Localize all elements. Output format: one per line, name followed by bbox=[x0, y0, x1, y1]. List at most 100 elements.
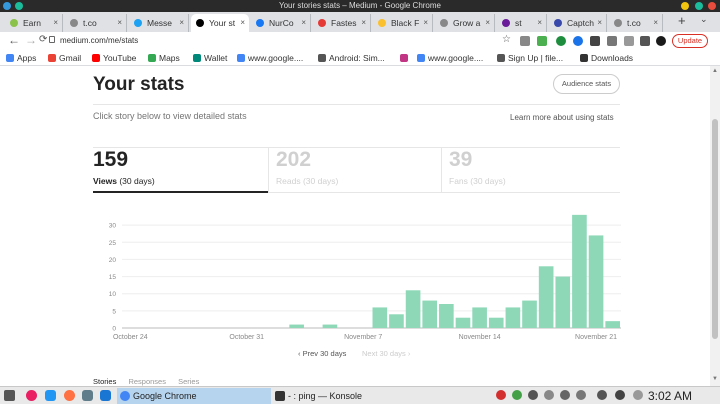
bookmark-item[interactable]: Wallet bbox=[193, 52, 227, 64]
pencil-favicon bbox=[502, 19, 510, 27]
tray-expand-icon[interactable] bbox=[633, 390, 643, 400]
chart-bar[interactable] bbox=[389, 314, 404, 328]
close-tab-icon[interactable]: × bbox=[301, 14, 306, 32]
task-konsole[interactable]: - : ping — Konsole bbox=[272, 388, 392, 404]
bookmark-star-icon[interactable]: ☆ bbox=[502, 34, 511, 45]
reload-button[interactable]: ⟳ bbox=[39, 34, 47, 45]
tray-icon[interactable] bbox=[544, 390, 554, 400]
chart-bar[interactable] bbox=[555, 276, 571, 328]
forward-button[interactable]: → bbox=[25, 33, 37, 47]
bookmark-item[interactable]: YouTube bbox=[92, 52, 136, 64]
chart-bar[interactable] bbox=[522, 300, 537, 328]
firefox-icon[interactable] bbox=[64, 390, 75, 401]
task-google-chrome[interactable]: Google Chrome bbox=[117, 388, 271, 404]
back-button[interactable]: ← bbox=[8, 33, 20, 47]
close-tab-icon[interactable]: × bbox=[423, 14, 428, 32]
extension-icon[interactable] bbox=[520, 36, 530, 46]
close-tab-icon[interactable]: × bbox=[597, 14, 602, 32]
chart-bar[interactable] bbox=[405, 290, 421, 328]
bookmark-item[interactable]: Maps bbox=[148, 52, 180, 64]
volume-icon[interactable] bbox=[597, 390, 607, 400]
chart-bar[interactable] bbox=[538, 266, 554, 328]
window-pin-icon[interactable] bbox=[15, 2, 23, 10]
tab-responses[interactable]: Responses bbox=[128, 377, 166, 386]
scroll-down-icon[interactable]: ▼ bbox=[712, 376, 718, 382]
tray-icon[interactable] bbox=[560, 390, 570, 400]
extension-icon[interactable] bbox=[640, 36, 650, 46]
browser-tab[interactable]: t.co × bbox=[65, 14, 127, 32]
close-tab-icon[interactable]: × bbox=[537, 14, 542, 32]
extension-icon[interactable] bbox=[624, 36, 634, 46]
close-tab-icon[interactable]: × bbox=[53, 14, 58, 32]
close-tab-icon[interactable]: × bbox=[240, 14, 245, 32]
browser-tab[interactable]: Your st × bbox=[191, 14, 249, 32]
extension-icon[interactable] bbox=[537, 36, 547, 46]
close-button[interactable] bbox=[708, 2, 716, 10]
bookmark-item[interactable]: Gmail bbox=[48, 52, 81, 64]
browser-tab[interactable]: Messe × bbox=[129, 14, 189, 32]
close-tab-icon[interactable]: × bbox=[179, 14, 184, 32]
tab-series[interactable]: Series bbox=[178, 377, 199, 386]
close-tab-icon[interactable]: × bbox=[653, 14, 658, 32]
browser-tab[interactable]: Grow a × bbox=[435, 14, 495, 32]
bookmark-item[interactable]: Sign Up | file... bbox=[497, 52, 563, 64]
app-icon[interactable] bbox=[100, 390, 111, 401]
bookmark-item[interactable]: Downloads bbox=[580, 52, 633, 64]
new-tab-button[interactable]: + bbox=[678, 13, 686, 28]
update-button[interactable]: Update bbox=[672, 34, 708, 48]
close-tab-icon[interactable]: × bbox=[117, 14, 122, 32]
chart-bar[interactable] bbox=[422, 300, 438, 328]
bookmark-item[interactable]: Android: Sim... bbox=[318, 52, 385, 64]
tab-search-icon[interactable]: ⌄ bbox=[700, 14, 708, 25]
toolbar: ← → ⟳ medium.com/me/stats ☆ Update bbox=[0, 32, 720, 50]
browser-tab[interactable]: Earn × bbox=[5, 14, 63, 32]
window-menu-icon[interactable] bbox=[3, 2, 11, 10]
browser-tab[interactable]: Black F × bbox=[373, 14, 433, 32]
chart-bar[interactable] bbox=[605, 321, 620, 328]
chart-bar[interactable] bbox=[472, 307, 487, 328]
browser-tab[interactable]: st × bbox=[497, 14, 547, 32]
bookmark-item[interactable]: Apps bbox=[6, 52, 36, 64]
chart-bar[interactable] bbox=[455, 317, 471, 328]
app-icon[interactable] bbox=[45, 390, 56, 401]
browser-tab[interactable]: Captch × bbox=[549, 14, 607, 32]
bookmark-item[interactable]: www.google.... bbox=[237, 52, 303, 64]
app-icon[interactable] bbox=[26, 390, 37, 401]
chart-bar[interactable] bbox=[322, 324, 338, 328]
lock-icon[interactable] bbox=[49, 36, 55, 43]
extension-icon[interactable] bbox=[573, 36, 583, 46]
tray-icon[interactable] bbox=[496, 390, 506, 400]
chart-bar[interactable] bbox=[572, 214, 587, 328]
profile-avatar[interactable] bbox=[656, 36, 666, 46]
bookmark-item[interactable]: www.google.... bbox=[417, 52, 483, 64]
scrollbar-thumb[interactable] bbox=[712, 119, 718, 339]
tray-icon[interactable] bbox=[512, 390, 522, 400]
address-bar[interactable]: medium.com/me/stats bbox=[60, 36, 138, 45]
next-30-days-button[interactable]: Next 30 days › bbox=[362, 349, 410, 358]
close-tab-icon[interactable]: × bbox=[485, 14, 490, 32]
extension-icon[interactable] bbox=[556, 36, 566, 46]
chart-bar[interactable] bbox=[588, 235, 604, 328]
tray-icon[interactable] bbox=[576, 390, 586, 400]
close-tab-icon[interactable]: × bbox=[361, 14, 366, 32]
chart-bar[interactable] bbox=[439, 304, 454, 328]
chart-bar[interactable] bbox=[488, 317, 504, 328]
chart-bar[interactable] bbox=[505, 307, 521, 328]
minimize-button[interactable] bbox=[681, 2, 689, 10]
scroll-up-icon[interactable]: ▲ bbox=[712, 68, 718, 74]
maximize-button[interactable] bbox=[695, 2, 703, 10]
bluetooth-icon[interactable] bbox=[528, 390, 538, 400]
browser-tab[interactable]: NurCo × bbox=[251, 14, 311, 32]
chart-bar[interactable] bbox=[289, 324, 304, 328]
prev-30-days-button[interactable]: ‹ Prev 30 days bbox=[298, 349, 346, 358]
browser-tab[interactable]: t.co × bbox=[609, 14, 663, 32]
chart-bar[interactable] bbox=[372, 307, 388, 328]
wifi-icon[interactable] bbox=[615, 390, 625, 400]
extension-icon[interactable] bbox=[590, 36, 600, 46]
tab-stories[interactable]: Stories bbox=[93, 377, 116, 386]
app-launcher-icon[interactable] bbox=[4, 390, 15, 401]
page-scrollbar[interactable]: ▲ ▼ bbox=[710, 66, 720, 386]
app-icon[interactable] bbox=[82, 390, 93, 401]
extension-icon[interactable] bbox=[607, 36, 617, 46]
browser-tab[interactable]: Fastes × bbox=[313, 14, 371, 32]
